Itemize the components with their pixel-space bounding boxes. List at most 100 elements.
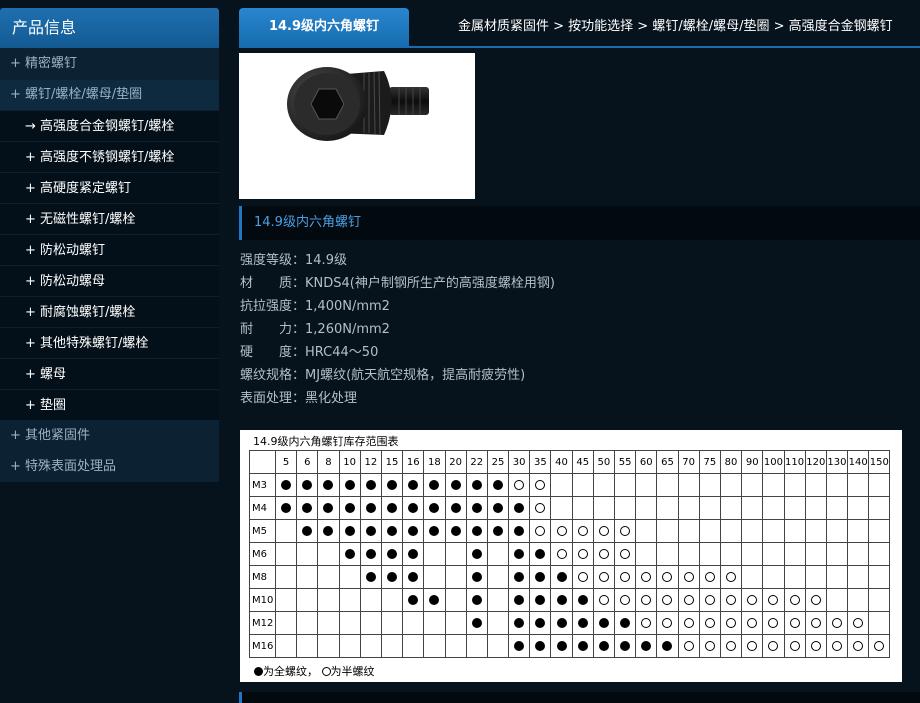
full-thread-icon (620, 617, 631, 628)
stock-cell (613, 588, 637, 612)
half-thread-icon (768, 640, 779, 651)
full-thread-icon (450, 525, 461, 536)
sidebar-subitem-nonmagnetic[interactable]: + 无磁性螺钉/螺栓 (0, 203, 219, 234)
stock-cell (825, 588, 849, 612)
full-thread-icon (408, 571, 419, 582)
half-thread-icon (726, 594, 737, 605)
sidebar-subitem-anti-loosening-screws[interactable]: + 防松动螺钉 (0, 234, 219, 265)
half-thread-icon (598, 525, 609, 536)
spec-label: 表面处理： (240, 391, 306, 406)
half-thread-icon (662, 571, 673, 582)
stock-cell (486, 588, 510, 612)
full-thread-icon (365, 479, 376, 490)
full-thread-icon (577, 617, 588, 628)
page: 产品信息 + 精密螺钉 + 螺钉/螺栓/螺母/垫圈 → 高强度合金钢螺钉/螺栓 … (0, 0, 920, 703)
half-thread-icon (535, 525, 546, 536)
half-thread-icon (620, 594, 631, 605)
stock-cell (274, 565, 298, 589)
stock-cell (338, 496, 361, 520)
stock-cell (719, 496, 743, 520)
stock-cell (423, 588, 446, 612)
half-thread-icon (853, 617, 864, 628)
stock-cell (296, 588, 319, 612)
half-thread-icon (620, 548, 631, 559)
stock-cell (359, 496, 382, 520)
stock-cell (804, 588, 827, 612)
stock-cell (317, 496, 340, 520)
stock-cell (825, 519, 849, 543)
sidebar-subitem-corrosion-resistant[interactable]: + 耐腐蚀螺钉/螺栓 (0, 296, 219, 327)
stock-cell (592, 473, 616, 497)
tab-product[interactable]: 14.9级内六角螺钉 (239, 8, 409, 46)
full-thread-icon (365, 571, 376, 582)
stock-cell (783, 496, 806, 520)
stock-cell (762, 611, 785, 635)
sidebar-subitem-washers[interactable]: + 垫圈 (0, 389, 219, 420)
stock-cell (508, 611, 531, 635)
sidebar-subitem-stainless[interactable]: + 高强度不锈钢螺钉/螺栓 (0, 141, 219, 172)
size-label: M6 (249, 542, 276, 566)
stock-cell (423, 634, 446, 658)
full-thread-icon (471, 617, 482, 628)
stock-cell (571, 588, 594, 612)
stock-cell (444, 496, 467, 520)
half-thread-icon (598, 571, 609, 582)
stock-cell (550, 565, 573, 589)
length-header: 16 (402, 450, 425, 474)
spec-label: 硬 度： (240, 345, 306, 360)
sidebar-item-screws-bolts-nuts-washers[interactable]: + 螺钉/螺栓/螺母/垫圈 (0, 79, 219, 110)
stock-cell (677, 519, 700, 543)
full-thread-icon (471, 594, 482, 605)
stock-cell (656, 473, 679, 497)
legend-half-label: 为半螺纹 (330, 665, 375, 678)
stock-cell (741, 496, 764, 520)
half-thread-icon (556, 548, 567, 559)
product-photo (239, 53, 475, 199)
stock-cell (762, 496, 785, 520)
stock-cell (698, 473, 721, 497)
half-thread-icon (810, 594, 821, 605)
length-header: 25 (486, 450, 510, 474)
half-thread-icon (768, 617, 779, 628)
half-thread-icon (556, 525, 567, 536)
stock-cell (635, 611, 658, 635)
length-header: 65 (656, 450, 679, 474)
full-thread-icon (535, 640, 546, 651)
stock-cell (508, 542, 531, 566)
full-thread-icon (323, 479, 334, 490)
sidebar-item-surface-treatment[interactable]: + 特殊表面处理品 (0, 451, 219, 482)
sidebar-subitem-nuts[interactable]: + 螺母 (0, 358, 219, 389)
stock-cell (804, 565, 827, 589)
sidebar-subitem-anti-loosening-nuts[interactable]: + 防松动螺母 (0, 265, 219, 296)
size-label: M3 (249, 473, 276, 497)
stock-cell (338, 634, 361, 658)
stock-cell (677, 473, 700, 497)
full-thread-icon (577, 640, 588, 651)
stock-cell (423, 519, 446, 543)
stock-cell (380, 611, 404, 635)
stock-cell (486, 519, 510, 543)
full-thread-icon (620, 640, 631, 651)
stock-cell (571, 634, 594, 658)
stock-cell (741, 634, 764, 658)
stock-cell (698, 634, 721, 658)
sidebar-item-precision-screws[interactable]: + 精密螺钉 (0, 48, 219, 79)
stock-cell (465, 611, 488, 635)
sidebar-subitem-set-screws[interactable]: + 高硬度紧定螺钉 (0, 172, 219, 203)
stock-cell (486, 634, 510, 658)
stock-cell (508, 634, 531, 658)
sidebar-subitem-high-strength-alloy[interactable]: → 高强度合金钢螺钉/螺栓 (0, 110, 219, 141)
stock-cell (783, 565, 806, 589)
stock-cell (423, 473, 446, 497)
size-label: M16 (249, 634, 276, 658)
stock-table-panel: 14.9级内六角螺钉库存范围表 5 6 8 10 12 15 16 18 20 22 25 30 35 4… (240, 430, 902, 682)
spec-value: 1,260N/mm2 (305, 322, 390, 337)
stock-cell (571, 611, 594, 635)
half-thread-icon (831, 617, 842, 628)
half-thread-icon (768, 594, 779, 605)
sidebar-item-other-fasteners[interactable]: + 其他紧固件 (0, 420, 219, 451)
stock-table-caption: 14.9级内六角螺钉库存范围表 (253, 435, 399, 448)
stock-cell (698, 519, 721, 543)
stock-cell (550, 473, 573, 497)
sidebar-subitem-other-special[interactable]: + 其他特殊螺钉/螺栓 (0, 327, 219, 358)
